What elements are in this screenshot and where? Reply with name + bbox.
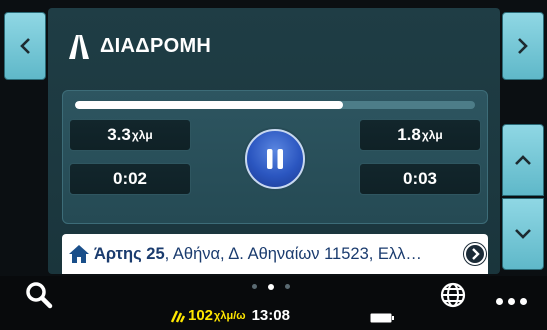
scroll-up-button[interactable] xyxy=(502,124,544,196)
speed-unit: χλμ/ω xyxy=(214,309,246,322)
home-icon xyxy=(69,245,89,263)
destination-rest: , Αθήνα, Δ. Αθηναίων 11523, Ελλ… xyxy=(164,245,422,263)
route-progress-bar xyxy=(75,101,475,109)
pause-icon xyxy=(267,149,283,169)
arrow-right-circle-icon xyxy=(472,248,480,260)
chevron-up-icon xyxy=(515,155,531,165)
next-page-button[interactable] xyxy=(502,12,544,80)
previous-page-button[interactable] xyxy=(4,12,46,80)
page-title: ΔΙΑΔΡΟΜΗ xyxy=(100,35,212,57)
destination-row[interactable]: Άρτης 25, Αθήνα, Δ. Αθηναίων 11523, Ελλ… xyxy=(62,234,488,274)
speed-value: 102 xyxy=(188,307,214,324)
page-indicator xyxy=(252,283,290,290)
more-dot xyxy=(496,298,503,305)
destination-address: Άρτης 25, Αθήνα, Δ. Αθηναίων 11523, Ελλ… xyxy=(94,245,422,264)
search-icon[interactable] xyxy=(24,280,54,310)
more-dots-icon[interactable] xyxy=(496,298,530,306)
page-dot xyxy=(285,284,290,289)
distance-remaining-unit: χλμ xyxy=(421,128,443,142)
chevron-right-icon xyxy=(518,38,528,54)
distance-travelled: 3.3 χλμ xyxy=(69,119,191,151)
destination-details-button[interactable] xyxy=(464,243,486,265)
route-panel: ΔΙΑΔΡΟΜΗ 3.3 χλμ 0:02 1.8 χλμ 0:03 Άρτης… xyxy=(48,8,500,274)
battery-icon xyxy=(370,313,394,323)
route-progress-fill xyxy=(75,101,343,109)
pause-button[interactable] xyxy=(245,129,305,189)
globe-icon[interactable] xyxy=(440,282,466,308)
scroll-down-button[interactable] xyxy=(502,198,544,270)
route-icon xyxy=(69,35,89,59)
clock: 13:08 xyxy=(251,307,290,324)
distance-remaining: 1.8 χλμ xyxy=(359,119,481,151)
page-dot xyxy=(252,284,257,289)
panel-header: ΔΙΑΔΡΟΜΗ xyxy=(48,8,500,78)
navigation-screen: ΔΙΑΔΡΟΜΗ 3.3 χλμ 0:02 1.8 χλμ 0:03 Άρτης… xyxy=(0,0,547,330)
speed-and-time: 102 χλμ/ω 13:08 xyxy=(170,307,290,324)
time-remaining: 0:03 xyxy=(359,163,481,195)
distance-remaining-value: 1.8 xyxy=(397,125,421,144)
chevron-left-icon xyxy=(20,38,30,54)
speed-icon xyxy=(170,310,186,323)
distance-travelled-unit: χλμ xyxy=(131,128,153,142)
more-dot xyxy=(520,298,527,305)
distance-travelled-value: 3.3 xyxy=(107,125,131,144)
destination-street: Άρτης 25 xyxy=(94,245,165,263)
time-elapsed: 0:02 xyxy=(69,163,191,195)
route-progress-area: 3.3 χλμ 0:02 1.8 χλμ 0:03 xyxy=(62,90,488,224)
page-dot-active xyxy=(268,283,274,290)
chevron-down-icon xyxy=(515,229,531,239)
more-dot xyxy=(508,298,515,305)
